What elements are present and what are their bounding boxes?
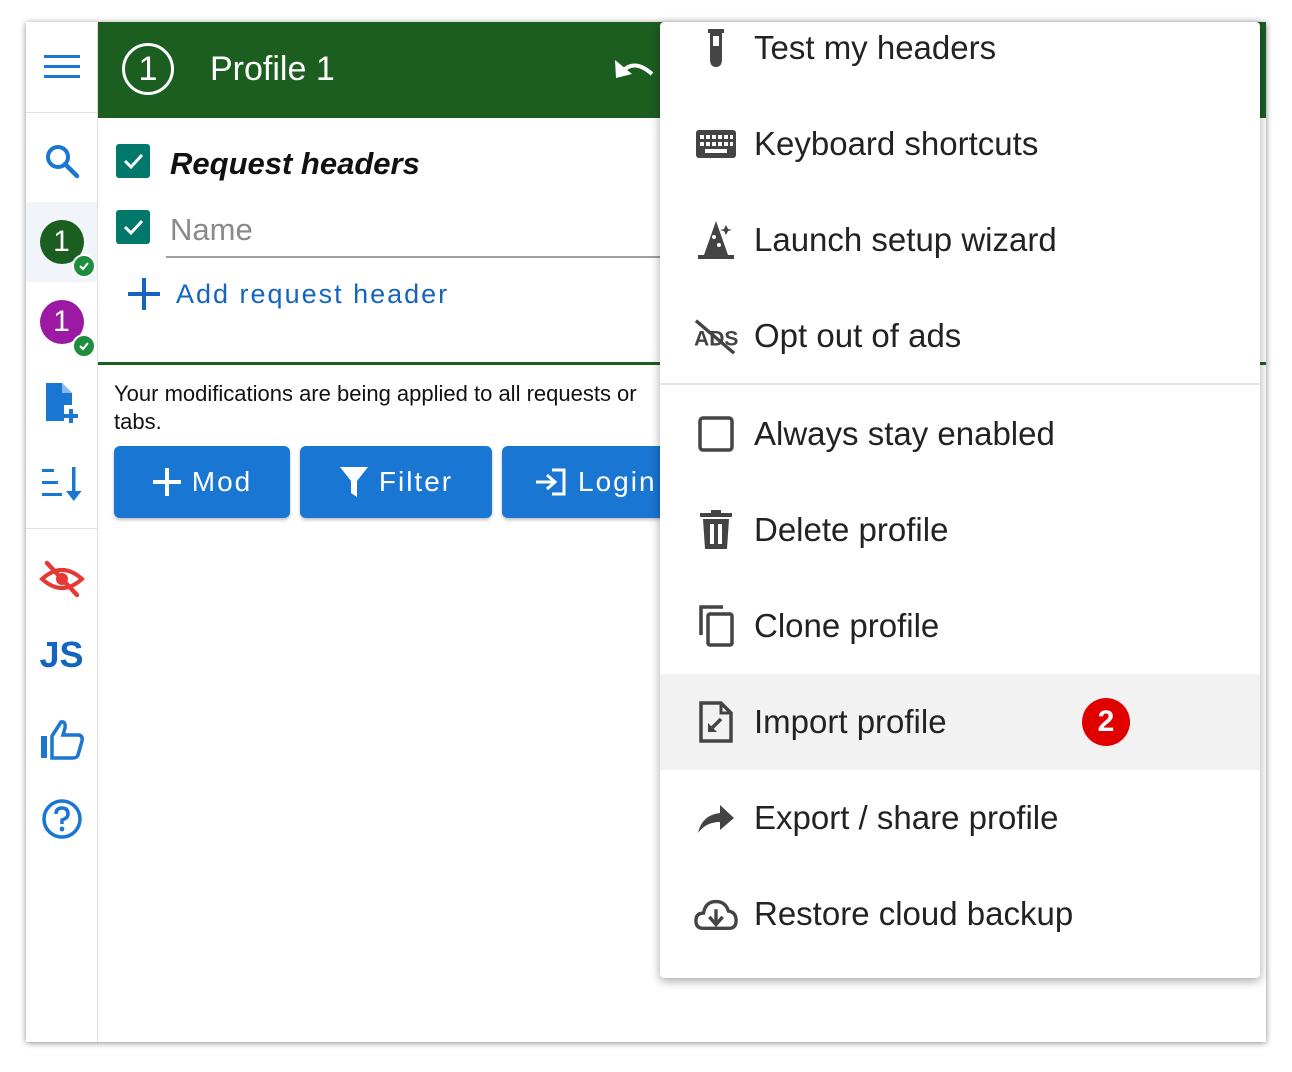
sidebar: 1 1 JS (26, 22, 98, 1042)
ads-off-icon: ADS (694, 314, 738, 358)
undo-icon[interactable] (612, 52, 656, 91)
plus-icon (128, 278, 160, 310)
plus-icon (152, 468, 181, 496)
wizard-icon (694, 218, 738, 262)
active-check-icon (71, 254, 96, 278)
menu-item-always-enabled[interactable]: Always stay enabled (660, 386, 1260, 482)
search-icon[interactable] (26, 138, 97, 184)
test-tube-icon (694, 26, 738, 70)
info-text: Your modifications are being applied to … (114, 381, 637, 434)
add-request-header-button[interactable]: Add request header (126, 274, 449, 314)
add-profile-icon[interactable] (26, 378, 97, 428)
add-request-header-label: Add request header (176, 278, 450, 309)
sort-icon[interactable] (26, 458, 97, 508)
menu-item-restore-cloud-backup[interactable]: Restore cloud backup (660, 866, 1260, 962)
filter-icon (339, 467, 368, 497)
menu-item-label: Always stay enabled (754, 415, 1055, 452)
login-icon (536, 468, 566, 496)
menu-item-label: Restore cloud backup (754, 895, 1074, 932)
menu-item-setup-wizard[interactable]: Launch setup wizard (660, 192, 1260, 288)
menu-item-keyboard-shortcuts[interactable]: Keyboard shortcuts (660, 96, 1260, 192)
header-enabled-checkbox[interactable] (116, 210, 150, 244)
cloud-download-icon (694, 892, 738, 936)
menu-item-label: Test my headers (754, 29, 997, 66)
menu-item-test-headers[interactable]: Test my headers (660, 22, 1260, 96)
menu-item-label: Launch setup wizard (754, 221, 1057, 258)
profile-number: 1 (53, 225, 70, 258)
visibility-off-icon[interactable] (26, 554, 97, 604)
profile-avatar: 1 (39, 300, 96, 358)
profile-number: 1 (53, 305, 70, 338)
menu-item-label: Delete profile (754, 511, 949, 548)
menu-item-opt-out-ads[interactable]: ADS Opt out of ads (660, 288, 1260, 384)
keyboard-icon (694, 122, 738, 166)
menu-divider (660, 383, 1260, 385)
trash-icon (694, 508, 738, 552)
sidebar-profile-1[interactable]: 1 (26, 202, 97, 282)
section-title: Request headers (170, 146, 420, 181)
menu-item-clone-profile[interactable]: Clone profile (660, 578, 1260, 674)
js-label: JS (39, 634, 84, 675)
profile-avatar: 1 (39, 220, 96, 278)
step-badge: 2 (1082, 698, 1130, 746)
profile-menu: Test my headers Keyboard shortcuts Launc… (660, 22, 1260, 978)
menu-item-label: Export / share profile (754, 799, 1059, 836)
copy-icon (694, 604, 738, 648)
javascript-icon[interactable]: JS (26, 630, 97, 680)
request-headers-checkbox[interactable] (116, 144, 150, 178)
menu-item-import-profile[interactable]: Import profile 2 (660, 674, 1260, 770)
add-filter-button[interactable]: Filter (300, 446, 492, 518)
profile-number-badge: 1 (122, 43, 174, 95)
sidebar-profile-2[interactable]: 1 (26, 282, 97, 362)
menu-item-label: Opt out of ads (754, 317, 962, 354)
header-name-input[interactable] (166, 208, 734, 252)
menu-icon[interactable] (26, 44, 97, 90)
filter-label: Filter (378, 466, 454, 497)
profile-title[interactable]: Profile 1 (210, 50, 335, 89)
add-mod-button[interactable]: Mod (114, 446, 290, 518)
file-import-icon (694, 700, 738, 744)
menu-item-label: Keyboard shortcuts (754, 125, 1039, 162)
checkbox-icon (694, 412, 738, 456)
thumbs-up-icon[interactable] (26, 714, 97, 764)
active-check-icon (71, 334, 96, 358)
share-arrow-icon (694, 796, 738, 840)
menu-item-delete-profile[interactable]: Delete profile (660, 482, 1260, 578)
menu-item-label: Import profile (754, 703, 947, 740)
menu-item-label: Clone profile (754, 607, 940, 644)
menu-item-export-profile[interactable]: Export / share profile (660, 770, 1260, 866)
help-icon[interactable] (26, 794, 97, 844)
login-label: Login (578, 466, 657, 497)
header-name-field (166, 208, 734, 258)
mod-label: Mod (191, 466, 253, 497)
